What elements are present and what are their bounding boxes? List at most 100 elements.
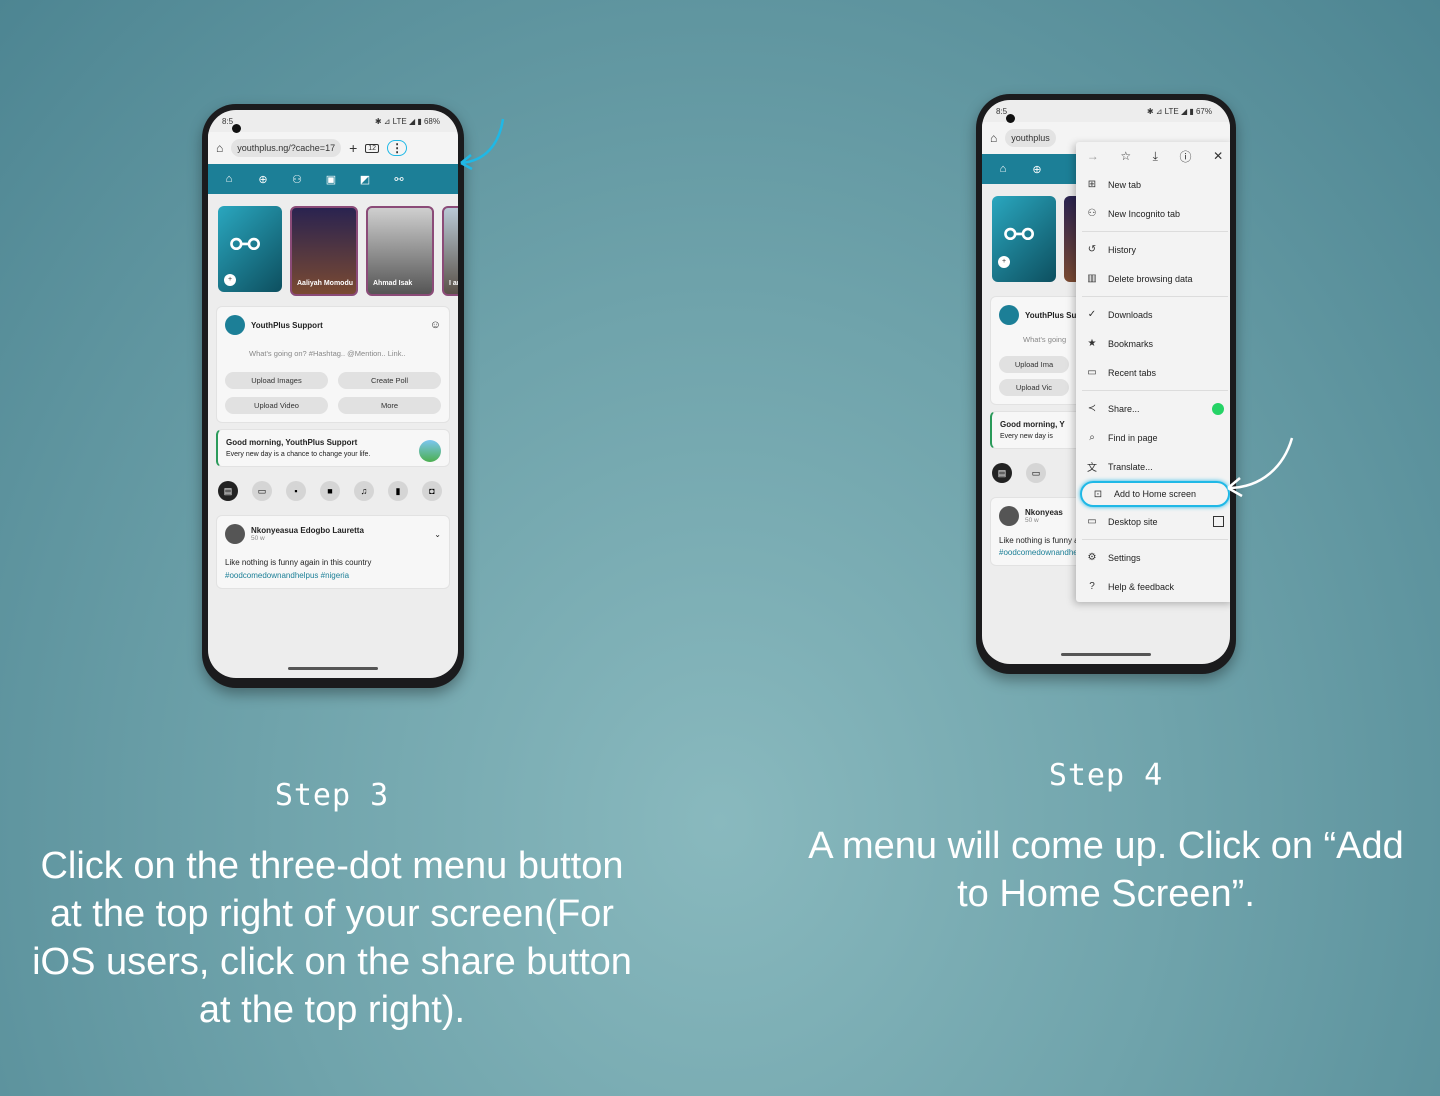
status-icons: ✱ ⊿ LTE ◢ ▮ 68% [374, 116, 440, 126]
nav-add-icon[interactable]: ⊕ [256, 173, 270, 186]
nav-add-icon[interactable]: ⊕ [1030, 163, 1044, 176]
info-icon[interactable]: ⓘ [1180, 148, 1192, 165]
menu-item-share[interactable]: ≺ Share... [1076, 394, 1230, 423]
file-icon[interactable]: ▮ [388, 481, 408, 501]
nav-link-icon[interactable]: ⚯ [392, 173, 406, 186]
story-card[interactable]: Aaliyah Momodu [290, 206, 358, 296]
post-type-row: ▤ ▭ ▪ ■ ♫ ▮ ◘ [208, 473, 458, 509]
upload-video-button[interactable]: Upload Vic [999, 379, 1069, 396]
gift-icon[interactable]: ◘ [422, 481, 442, 501]
status-time: 8:5 [222, 116, 234, 126]
music-icon[interactable]: ♫ [354, 481, 374, 501]
devices-icon: ▭ [1087, 367, 1097, 378]
chevron-down-icon[interactable]: ⌄ [434, 530, 441, 539]
landscape-icon [419, 440, 441, 462]
camera-hole [1006, 114, 1015, 123]
three-dot-menu-icon[interactable]: ⋮ [387, 140, 408, 156]
story-create[interactable]: ⚯ + [218, 206, 282, 292]
browser-overflow-menu: → ☆ ⤓ ⓘ ✕ ⊞ New tab ⚇ New Incognito tab ↺ H… [1076, 142, 1230, 602]
menu-toolbar: → ☆ ⤓ ⓘ ✕ [1076, 142, 1230, 170]
nav-home-icon[interactable]: ⌂ [996, 163, 1010, 175]
find-icon: ⌕ [1089, 432, 1095, 443]
home-indicator [288, 667, 378, 670]
nav-home-icon[interactable]: ⌂ [222, 173, 236, 185]
close-icon[interactable]: ✕ [1213, 149, 1223, 163]
message-icon[interactable]: ▭ [252, 481, 272, 501]
post-author[interactable]: Nkonyeasua Edogbo Lauretta [251, 526, 364, 535]
text-post-icon[interactable]: ▤ [992, 463, 1012, 483]
history-icon: ↺ [1087, 244, 1097, 255]
plus-box-icon: ⊞ [1087, 179, 1097, 190]
story-card[interactable]: Ahmad Isak [366, 206, 434, 296]
create-poll-button[interactable]: Create Poll [338, 372, 441, 389]
right-phone: 8:5 ✱ ⊿ LTE ◢ ▮ 67% ⌂ youthplus ⌂ ⊕ ⚯ + … [976, 94, 1236, 674]
menu-item-translate[interactable]: 文 Translate... [1076, 452, 1230, 481]
upload-images-button[interactable]: Upload Ima [999, 356, 1069, 373]
video-icon[interactable]: ■ [320, 481, 340, 501]
post-tags[interactable]: #oodcomedownandhelpus #nigeria [225, 571, 441, 580]
greeting-subtitle: Every new day is a chance to change your… [226, 451, 371, 458]
emoji-icon[interactable]: ☺ [430, 319, 441, 331]
nav-groups-icon[interactable]: ◩ [358, 173, 372, 186]
post-text: Like nothing is funny again in this coun… [225, 558, 372, 567]
divider [1082, 231, 1228, 232]
home-icon[interactable]: ⌂ [990, 131, 997, 145]
chain-link-icon: ⚯ [230, 224, 261, 265]
bookmark-star-icon[interactable]: ☆ [1120, 149, 1131, 163]
new-tab-icon[interactable]: + [349, 140, 357, 156]
message-icon[interactable]: ▭ [1026, 463, 1046, 483]
status-icons: ✱ ⊿ LTE ◢ ▮ 67% [1146, 106, 1212, 116]
chain-link-icon: ⚯ [1004, 214, 1035, 255]
menu-item-incognito[interactable]: ⚇ New Incognito tab [1076, 199, 1230, 228]
menu-item-downloads[interactable]: ✓ Downloads [1076, 300, 1230, 329]
checkbox[interactable] [1213, 516, 1224, 527]
menu-item-bookmarks[interactable]: ★ Bookmarks [1076, 329, 1230, 358]
post-time: 50 w [251, 535, 265, 542]
whatsapp-icon[interactable] [1212, 402, 1224, 415]
download-icon[interactable]: ⤓ [1153, 149, 1158, 164]
forward-icon[interactable]: → [1087, 149, 1099, 163]
menu-item-help[interactable]: ? Help & feedback [1076, 572, 1230, 601]
tab-count[interactable]: 12 [365, 143, 380, 153]
left-screen: 8:5 ✱ ⊿ LTE ◢ ▮ 68% ⌂ youthplus.ng/?cach… [208, 110, 458, 678]
menu-item-new-tab[interactable]: ⊞ New tab [1076, 170, 1230, 199]
more-button[interactable]: More [338, 397, 441, 414]
download-check-icon: ✓ [1087, 309, 1097, 320]
image-icon[interactable]: ▪ [286, 481, 306, 501]
arrow-annotation-right [1227, 437, 1294, 498]
greeting-title: Good morning, YouthPlus Support [226, 438, 358, 447]
nav-people-icon[interactable]: ⚇ [290, 173, 304, 186]
divider [1082, 539, 1228, 540]
menu-item-delete-data[interactable]: ▥ Delete browsing data [1076, 264, 1230, 293]
right-screen: 8:5 ✱ ⊿ LTE ◢ ▮ 67% ⌂ youthplus ⌂ ⊕ ⚯ + … [982, 100, 1230, 664]
site-nav: ⌂ ⊕ ⚇ ▣ ◩ ⚯ [208, 164, 458, 194]
status-time: 8:5 [996, 106, 1008, 116]
composer-input[interactable]: What's going on? #Hashtag.. @Mention.. L… [249, 349, 441, 358]
story-create[interactable]: ⚯ + [992, 196, 1056, 282]
share-icon: ≺ [1087, 403, 1097, 414]
menu-item-desktop-site[interactable]: ▭ Desktop site [1076, 507, 1230, 536]
composer-name: YouthPlus Support [251, 320, 323, 330]
nav-pages-icon[interactable]: ▣ [324, 173, 338, 186]
menu-item-find[interactable]: ⌕ Find in page [1076, 423, 1230, 452]
menu-item-history[interactable]: ↺ History [1076, 235, 1230, 264]
url-field[interactable]: youthplus.ng/?cache=17 [231, 139, 342, 157]
composer-name: YouthPlus Su [1025, 310, 1077, 320]
upload-images-button[interactable]: Upload Images [225, 372, 328, 389]
add-story-icon[interactable]: + [998, 256, 1010, 268]
camera-hole [232, 124, 241, 133]
story-card[interactable]: I am T [442, 206, 458, 296]
add-story-icon[interactable]: + [224, 274, 236, 286]
stories-row: ⚯ + Aaliyah Momodu Ahmad Isak I am T [208, 194, 458, 300]
menu-item-add-to-home[interactable]: ⊡ Add to Home screen [1080, 481, 1230, 507]
url-field[interactable]: youthplus [1005, 129, 1056, 147]
desktop-icon: ▭ [1087, 516, 1097, 527]
text-post-icon[interactable]: ▤ [218, 481, 238, 501]
home-icon[interactable]: ⌂ [216, 141, 223, 155]
post-author[interactable]: Nkonyeas [1025, 508, 1063, 517]
greeting-title: Good morning, Y [1000, 420, 1065, 429]
upload-video-button[interactable]: Upload Video [225, 397, 328, 414]
divider [1082, 296, 1228, 297]
menu-item-settings[interactable]: ⚙ Settings [1076, 543, 1230, 572]
menu-item-recent-tabs[interactable]: ▭ Recent tabs [1076, 358, 1230, 387]
